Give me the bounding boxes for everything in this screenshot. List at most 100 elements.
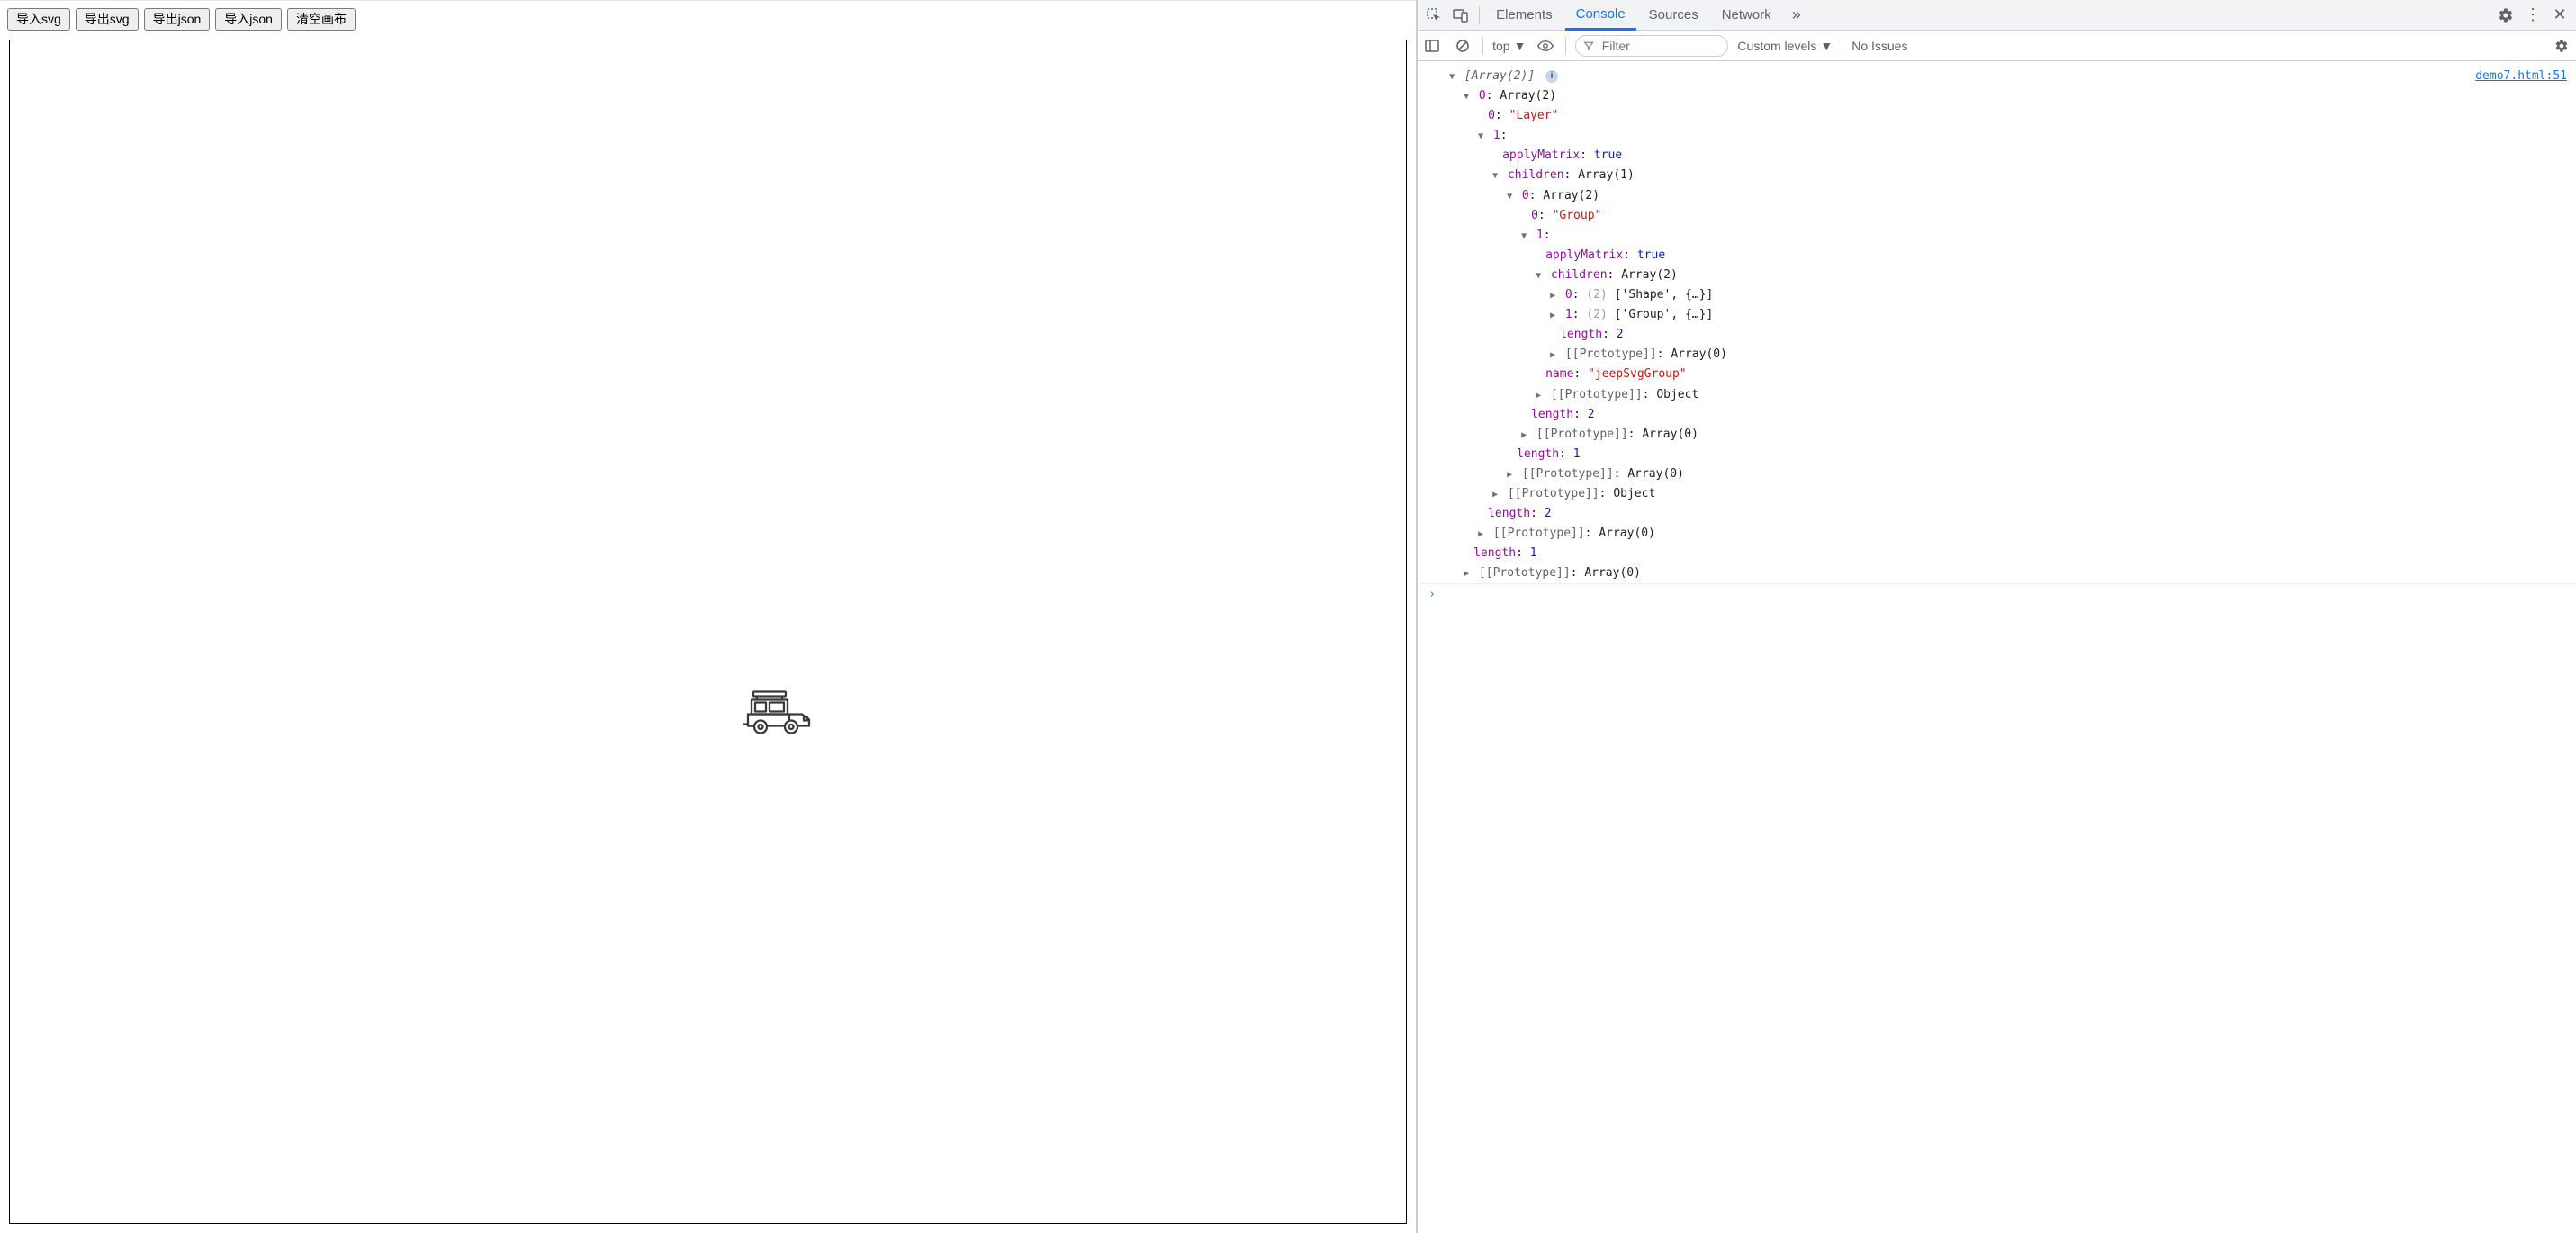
info-icon[interactable]: i <box>1545 70 1558 83</box>
disclosure-triangle-icon[interactable] <box>1461 86 1472 106</box>
log-key[interactable]: 1 <box>1536 229 1544 242</box>
execution-context-selector[interactable]: top ▼ <box>1492 39 1526 53</box>
log-value[interactable]: true <box>1637 248 1665 262</box>
log-key[interactable]: 1 <box>1565 308 1572 321</box>
disclosure-triangle-icon[interactable] <box>1547 305 1558 325</box>
execution-context-label: top <box>1492 39 1509 53</box>
log-value[interactable]: Array(2) <box>1543 189 1599 202</box>
log-key[interactable]: [[Prototype]] <box>1536 428 1628 441</box>
log-key[interactable]: length <box>1531 408 1573 421</box>
log-value[interactable]: Array(1) <box>1578 168 1635 182</box>
log-key[interactable]: [[Prototype]] <box>1479 566 1571 580</box>
log-value[interactable]: Array(0) <box>1584 566 1641 580</box>
tab-elements[interactable]: Elements <box>1485 0 1563 31</box>
log-key[interactable]: 1 <box>1493 129 1500 142</box>
log-value[interactable]: 2 <box>1617 328 1624 341</box>
separator <box>1479 6 1480 24</box>
log-value[interactable]: Array(0) <box>1599 526 1655 540</box>
log-value[interactable]: Array(0) <box>1642 428 1698 441</box>
log-key[interactable]: 0 <box>1479 89 1486 103</box>
disclosure-triangle-icon[interactable] <box>1518 226 1529 246</box>
chevron-down-icon: ▼ <box>1820 39 1833 53</box>
log-root[interactable]: [Array(2)] <box>1464 69 1535 83</box>
log-key[interactable]: 0 <box>1531 209 1538 222</box>
settings-icon[interactable] <box>2493 3 2518 28</box>
log-key[interactable]: length <box>1560 328 1602 341</box>
issues-button[interactable]: No Issues <box>1851 39 1907 53</box>
log-value[interactable]: 2 <box>1545 507 1552 520</box>
log-key[interactable]: children <box>1508 168 1564 182</box>
log-value[interactable]: Array(2) <box>1621 268 1678 282</box>
disclosure-triangle-icon[interactable] <box>1504 186 1515 206</box>
import-json-button[interactable]: 导入json <box>215 8 282 31</box>
console-prompt[interactable]: › <box>1421 583 2576 605</box>
export-json-button[interactable]: 导出json <box>144 8 211 31</box>
log-key[interactable]: applyMatrix <box>1545 248 1623 262</box>
disclosure-triangle-icon[interactable] <box>1547 285 1558 305</box>
devtools-pane: Elements Console Sources Network » ⋮ ✕ t… <box>1417 0 2576 1233</box>
filter-input-wrap[interactable] <box>1575 35 1728 57</box>
jeep-icon[interactable] <box>743 689 813 739</box>
log-value[interactable]: ['Group', {…}] <box>1615 308 1714 321</box>
log-key[interactable]: children <box>1551 268 1608 282</box>
disclosure-triangle-icon[interactable] <box>1461 563 1472 583</box>
disclosure-triangle-icon[interactable] <box>1518 425 1529 445</box>
tab-console[interactable]: Console <box>1565 0 1636 31</box>
log-value[interactable]: "Group" <box>1553 209 1602 222</box>
log-key[interactable]: [[Prototype]] <box>1508 487 1599 500</box>
log-value[interactable]: ['Shape', {…}] <box>1615 288 1714 302</box>
disclosure-triangle-icon[interactable] <box>1490 166 1500 185</box>
log-key[interactable]: 0 <box>1565 288 1572 302</box>
canvas-area[interactable] <box>9 40 1407 1224</box>
log-value[interactable]: 1 <box>1573 447 1581 461</box>
log-value[interactable]: Array(0) <box>1671 347 1727 361</box>
clear-console-icon[interactable] <box>1452 35 1473 57</box>
log-key[interactable]: 0 <box>1488 109 1495 122</box>
disclosure-triangle-icon[interactable] <box>1446 67 1457 86</box>
log-value[interactable]: Array(0) <box>1627 467 1684 481</box>
log-value[interactable]: Array(2) <box>1500 89 1556 103</box>
device-toolbar-icon[interactable] <box>1448 3 1473 28</box>
clear-canvas-button[interactable]: 清空画布 <box>287 8 356 31</box>
disclosure-triangle-icon[interactable] <box>1533 385 1544 405</box>
export-svg-button[interactable]: 导出svg <box>76 8 139 31</box>
source-link[interactable]: demo7.html:51 <box>2475 67 2567 86</box>
log-key[interactable]: [[Prototype]] <box>1551 388 1643 401</box>
inspect-icon[interactable] <box>1421 3 1446 28</box>
log-key[interactable]: length <box>1517 447 1559 461</box>
log-value[interactable]: Object <box>1613 487 1655 500</box>
close-devtools-icon[interactable]: ✕ <box>2547 3 2572 28</box>
disclosure-triangle-icon[interactable] <box>1547 345 1558 364</box>
console-output[interactable]: demo7.html:51 [Array(2)] i 0: Array(2) 0… <box>1418 61 2576 1233</box>
kebab-icon[interactable]: ⋮ <box>2520 3 2545 28</box>
log-key[interactable]: name <box>1545 367 1573 381</box>
more-tabs-icon[interactable]: » <box>1784 3 1809 28</box>
disclosure-triangle-icon[interactable] <box>1475 126 1486 146</box>
log-key[interactable]: [[Prototype]] <box>1493 526 1585 540</box>
tab-sources[interactable]: Sources <box>1638 0 1709 31</box>
log-key[interactable]: [[Prototype]] <box>1565 347 1657 361</box>
log-value[interactable]: "Layer" <box>1509 109 1559 122</box>
log-key[interactable]: applyMatrix <box>1502 148 1580 162</box>
log-levels-selector[interactable]: Custom levels ▼ <box>1737 39 1833 53</box>
log-key[interactable]: [[Prototype]] <box>1522 467 1614 481</box>
log-value[interactable]: true <box>1594 148 1622 162</box>
log-value[interactable]: "jeepSvgGroup" <box>1588 367 1687 381</box>
disclosure-triangle-icon[interactable] <box>1475 524 1486 544</box>
filter-input[interactable] <box>1600 38 1721 54</box>
log-key[interactable]: length <box>1488 507 1530 520</box>
sidebar-toggle-icon[interactable] <box>1421 35 1443 57</box>
disclosure-triangle-icon[interactable] <box>1504 464 1515 484</box>
log-value[interactable]: 2 <box>1588 408 1595 421</box>
log-key[interactable]: 0 <box>1522 189 1529 202</box>
log-count: (2) <box>1586 308 1607 321</box>
log-value[interactable]: Object <box>1656 388 1698 401</box>
import-svg-button[interactable]: 导入svg <box>7 8 70 31</box>
disclosure-triangle-icon[interactable] <box>1490 484 1500 504</box>
disclosure-triangle-icon[interactable] <box>1533 266 1544 285</box>
log-value[interactable]: 1 <box>1530 546 1537 560</box>
console-settings-icon[interactable] <box>2551 35 2572 57</box>
live-expression-icon[interactable] <box>1535 35 1556 57</box>
log-key[interactable]: length <box>1473 546 1516 560</box>
tab-network[interactable]: Network <box>1711 0 1782 31</box>
